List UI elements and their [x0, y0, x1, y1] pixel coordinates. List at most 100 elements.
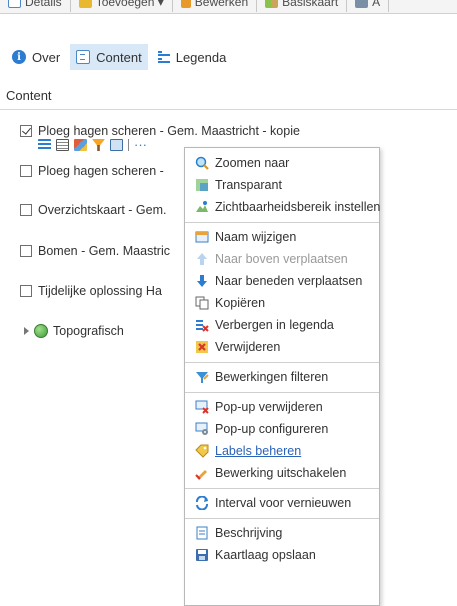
menu-item-label: Verbergen in legenda	[215, 318, 334, 332]
visibility-range-icon	[195, 200, 209, 214]
menu-item-label: Naam wijzigen	[215, 230, 297, 244]
menu-item-label: Beschrijving	[215, 526, 283, 540]
layer-label: Overzichtskaart - Gem.	[38, 203, 167, 217]
expand-icon[interactable]	[24, 327, 29, 335]
menu-item-label: Bewerkingen filteren	[215, 370, 329, 384]
filter-icon[interactable]	[92, 139, 105, 151]
menu-item-hide-in-legend[interactable]: Verbergen in legenda	[185, 314, 379, 336]
menu-item-disable-editing[interactable]: Bewerking uitschakelen	[185, 462, 379, 484]
analysis-icon	[355, 0, 369, 8]
menu-item-visibility-range[interactable]: Zichtbaarheidsbereik instellen	[185, 196, 381, 218]
menu-item-description[interactable]: Beschrijving	[185, 522, 379, 544]
details-icon	[8, 0, 21, 8]
copy-icon	[195, 296, 209, 310]
menu-item-label: Kaartlaag opslaan	[215, 548, 316, 562]
add-icon	[78, 0, 92, 8]
layer-item[interactable]: Bomen - Gem. Maastric	[20, 244, 170, 258]
menu-item-label: Bewerking uitschakelen	[215, 466, 347, 480]
edit-button[interactable]: Bewerken	[173, 0, 258, 12]
layer-checkbox[interactable]	[20, 165, 32, 177]
menu-item-remove[interactable]: Verwijderen	[185, 336, 379, 358]
menu-item-save-layer[interactable]: Kaartlaag opslaan	[185, 544, 379, 566]
layer-item[interactable]: Ploeg hagen scheren -	[20, 164, 164, 178]
menu-item-zoom-to[interactable]: Zoomen naar	[185, 152, 379, 174]
layer-checkbox[interactable]	[20, 204, 32, 216]
section-divider	[0, 109, 457, 110]
show-legend-icon[interactable]	[38, 139, 51, 151]
style-icon[interactable]	[74, 139, 87, 151]
menu-item-label: Pop-up verwijderen	[215, 400, 323, 414]
tool-separator	[128, 139, 129, 151]
layer-item[interactable]: Ploeg hagen scheren - Gem. Maastricht - …	[20, 124, 300, 138]
menu-item-label: Zoomen naar	[215, 156, 290, 170]
menu-separator	[185, 518, 379, 519]
menu-item-refresh-interval[interactable]: Interval voor vernieuwen	[185, 492, 379, 514]
labels-icon	[195, 444, 209, 458]
menu-item-filter-edits[interactable]: Bewerkingen filteren	[185, 366, 379, 388]
tab-content-label: Content	[96, 49, 142, 65]
layer-label: Ploeg hagen scheren - Gem. Maastricht - …	[38, 124, 300, 138]
menu-item-label: Zichtbaarheidsbereik instellen	[215, 200, 381, 214]
menu-separator	[185, 362, 379, 363]
menu-item-move-down[interactable]: Naar beneden verplaatsen	[185, 270, 379, 292]
menu-item-label: Interval voor vernieuwen	[215, 496, 352, 510]
analysis-label: A	[372, 0, 381, 9]
menu-item-label: Naar boven verplaatsen	[215, 252, 348, 266]
basemap-button[interactable]: Basiskaart	[257, 0, 348, 12]
info-icon: i	[12, 50, 26, 64]
add-button[interactable]: Toevoegen ▾	[71, 0, 173, 12]
menu-item-label: Transparant	[215, 178, 282, 192]
rename-icon	[195, 230, 209, 244]
hide-legend-icon	[195, 318, 209, 332]
pencil-icon	[180, 0, 191, 8]
basemap-layer[interactable]: Topografisch	[24, 324, 124, 338]
menu-item-remove-popup[interactable]: Pop-up verwijderen	[185, 396, 379, 418]
menu-item-configure-popup[interactable]: Pop-up configureren	[185, 418, 379, 440]
layer-checkbox[interactable]	[20, 285, 32, 297]
layer-item[interactable]: Overzichtskaart - Gem.	[20, 203, 167, 217]
details-button[interactable]: Details	[0, 0, 71, 12]
menu-item-manage-labels[interactable]: Labels beheren	[185, 440, 379, 462]
layer-label: Tijdelijke oplossing Ha	[38, 284, 162, 298]
basemap-grid-icon	[265, 0, 279, 8]
layer-checkbox[interactable]	[20, 125, 32, 137]
menu-item-label: Labels beheren	[215, 444, 302, 458]
menu-separator	[185, 392, 379, 393]
section-title: Content	[6, 88, 52, 103]
filter-edits-icon	[195, 370, 209, 384]
legend-icon	[157, 50, 170, 64]
arrow-down-icon	[195, 274, 209, 288]
configure-popup-icon	[195, 422, 209, 436]
menu-item-label: Pop-up configureren	[215, 422, 329, 436]
tab-legenda-label: Legenda	[175, 49, 227, 65]
layer-label: Ploeg hagen scheren -	[38, 164, 164, 178]
layer-checkbox[interactable]	[20, 245, 32, 257]
menu-item-label: Kopiëren	[215, 296, 266, 310]
menu-item-copy[interactable]: Kopiëren	[185, 292, 379, 314]
tab-content[interactable]: Content	[70, 44, 148, 70]
top-toolbar: Details Toevoegen ▾ Bewerken Basiskaart …	[0, 0, 457, 14]
save-icon	[195, 548, 209, 562]
menu-item-move-up: Naar boven verplaatsen	[185, 248, 379, 270]
analysis-button[interactable]: A	[347, 0, 390, 12]
tab-over-label: Over	[32, 49, 61, 65]
basemap-layer-label: Topografisch	[53, 324, 124, 338]
more-options-icon[interactable]: ···	[134, 138, 147, 151]
globe-icon	[34, 324, 48, 338]
layer-tools: ···	[38, 138, 147, 151]
transparency-icon	[195, 178, 209, 192]
layer-item[interactable]: Tijdelijke oplossing Ha	[20, 284, 162, 298]
details-label: Details	[25, 0, 62, 9]
menu-separator	[185, 222, 379, 223]
edit-label: Bewerken	[194, 0, 249, 9]
add-label: Toevoegen ▾	[95, 0, 164, 9]
layer-label: Bomen - Gem. Maastric	[38, 244, 170, 258]
disable-editing-icon	[195, 466, 209, 480]
menu-item-rename[interactable]: Naam wijzigen	[185, 226, 379, 248]
menu-item-label: Verwijderen	[215, 340, 281, 354]
menu-item-transparency[interactable]: Transparant	[185, 174, 379, 196]
tab-legenda[interactable]: Legenda	[152, 44, 233, 70]
tab-over[interactable]: i Over	[6, 44, 66, 70]
table-icon[interactable]	[56, 139, 69, 151]
analysis-icon[interactable]	[110, 139, 123, 151]
